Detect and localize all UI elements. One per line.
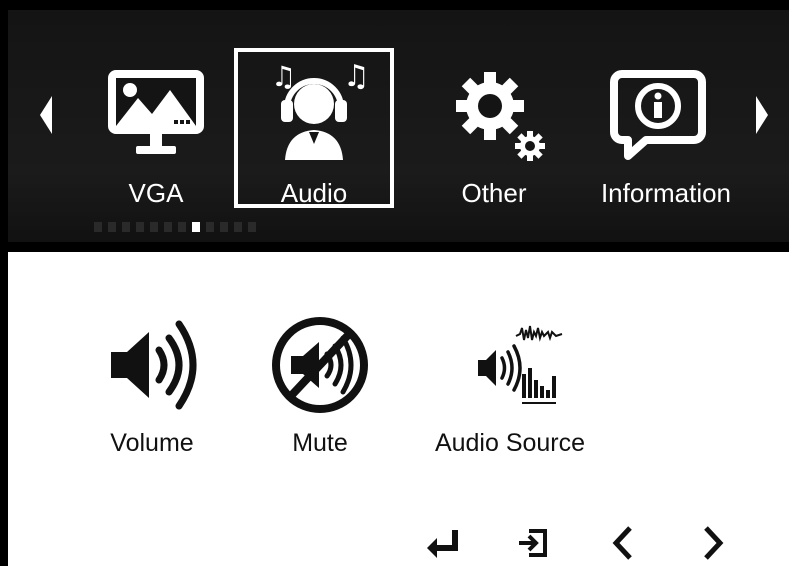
enter-icon <box>427 530 458 558</box>
page-indicator <box>94 222 256 234</box>
left-key[interactable] <box>578 520 668 566</box>
tab-vga-label: VGA <box>128 178 184 208</box>
exit-icon <box>519 529 547 557</box>
option-audio-source[interactable]: Audio Source <box>420 310 600 458</box>
speaker-muted-icon <box>230 310 410 420</box>
option-mute-label: Mute <box>292 429 348 457</box>
audio-source-icon <box>420 310 600 420</box>
tab-audio[interactable]: ♫ ♫ Audio <box>234 48 394 208</box>
option-volume[interactable]: Volume <box>62 310 242 458</box>
svg-text:♫: ♫ <box>343 59 370 94</box>
tab-information-label: Information <box>600 178 732 208</box>
monitor-picture-icon <box>76 48 236 178</box>
option-mute[interactable]: Mute <box>230 310 410 458</box>
speaker-volume-icon <box>62 310 242 420</box>
option-audio-source-label: Audio Source <box>434 429 586 457</box>
exit-key[interactable] <box>488 520 578 566</box>
tab-other-label: Other <box>461 178 527 208</box>
menu-scroll-left-icon[interactable] <box>38 96 54 134</box>
option-volume-label: Volume <box>110 429 194 457</box>
key-hints <box>398 520 758 566</box>
gears-icon <box>414 48 574 178</box>
osd-menu-bar: VGA ♫ ♫ Audio Other Information <box>8 10 789 242</box>
right-key[interactable] <box>668 520 758 566</box>
info-bubble-icon <box>578 48 738 178</box>
right-chevron-icon <box>704 526 724 560</box>
left-chevron-icon <box>612 526 632 560</box>
menu-scroll-right-icon[interactable] <box>754 96 770 134</box>
tab-information[interactable]: Information <box>578 48 754 208</box>
osd-frame: VGA ♫ ♫ Audio Other Information Volume M… <box>8 10 789 566</box>
divider <box>8 242 789 252</box>
tab-vga[interactable]: VGA <box>76 48 236 208</box>
enter-key[interactable] <box>398 520 488 566</box>
tab-other[interactable]: Other <box>414 48 574 208</box>
tab-audio-label: Audio <box>280 178 348 208</box>
headset-user-icon: ♫ ♫ <box>234 48 394 178</box>
